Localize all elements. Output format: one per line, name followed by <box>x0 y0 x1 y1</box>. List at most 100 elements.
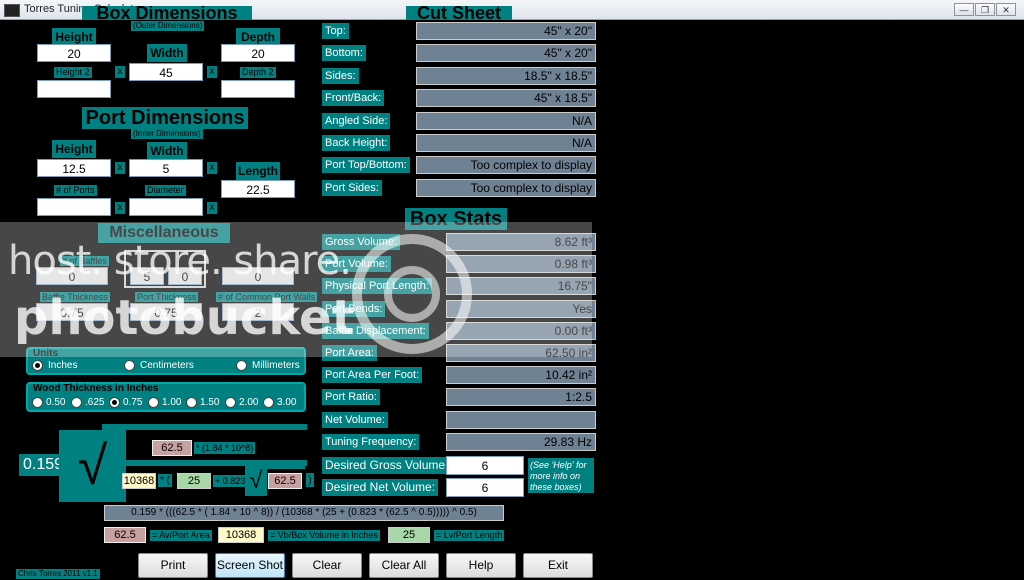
box-depth2-label: Depth 2 <box>240 67 276 78</box>
formula-lv: 25 <box>177 473 211 489</box>
wood-radio-option[interactable]: .625 <box>71 397 104 408</box>
legend-av: 62.5 <box>104 527 146 543</box>
cut-sheet-label: Port Sides: <box>322 180 382 196</box>
times-sign: x <box>207 66 217 78</box>
radio-button-icon[interactable] <box>225 397 236 408</box>
wood-radio-option[interactable]: 2.00 <box>225 397 258 408</box>
legend-lv-label: = Lv/Port Length <box>434 530 505 541</box>
formula-plus: + 0.823 <box>213 475 248 487</box>
box-stat-label: Port Area Per Foot: <box>322 367 423 383</box>
box-height2-label: Height 2 <box>54 67 92 78</box>
watermark-text: host. store. share. <box>8 238 352 284</box>
port-length-input[interactable]: 22.5 <box>221 180 295 198</box>
box-stat-value: 10.42 in² <box>446 366 596 384</box>
wood-option-label: 2.00 <box>239 397 259 409</box>
desired-gross-label: Desired Gross Volume: <box>322 457 452 474</box>
box-width-input[interactable]: 45 <box>129 63 203 81</box>
radio-button-icon[interactable] <box>186 397 197 408</box>
footer-credit: Chris Torres 2011 v1.1 <box>16 569 100 579</box>
radio-button-icon[interactable] <box>32 397 43 408</box>
cut-sheet-heading: Cut Sheet <box>406 6 512 20</box>
wood-radio-option[interactable]: 3.00 <box>263 397 296 408</box>
radio-button-icon[interactable] <box>109 397 120 408</box>
desired-net-input[interactable]: 6 <box>446 478 524 497</box>
formula-const: * (1.84 * 10^8) <box>194 442 256 454</box>
screen-shot-button[interactable]: Screen Shot <box>215 553 285 578</box>
times-sign: x <box>115 66 125 78</box>
box-subheading: (Outer Dimensions) <box>131 21 205 31</box>
wood-option-label: 1.00 <box>162 397 182 409</box>
box-stat-value <box>446 411 596 429</box>
wood-option-label: 0.50 <box>46 397 66 409</box>
wood-radio-option[interactable]: 0.50 <box>32 397 65 408</box>
formula-full: 0.159 * (((62.5 * ( 1.84 * 10 ^ 8)) / (1… <box>104 505 504 521</box>
cut-sheet-label: Sides: <box>322 68 359 84</box>
box-depth2-input[interactable] <box>221 80 295 98</box>
cut-sheet-label: Top: <box>322 23 349 39</box>
num-ports-input[interactable] <box>37 198 111 216</box>
minimize-button[interactable]: — <box>954 3 974 16</box>
wood-option-label: 3.00 <box>277 397 297 409</box>
radio-button-icon[interactable] <box>236 360 247 371</box>
radio-button-icon[interactable] <box>71 397 82 408</box>
units-option-label: Inches <box>48 360 78 372</box>
box-stat-label: Net Volume: <box>322 412 388 428</box>
box-stat-value: 29.83 Hz <box>446 433 596 451</box>
cut-sheet-label: Back Height: <box>322 135 391 151</box>
sqrt-icon: √ <box>59 430 126 502</box>
watermark-logo: photobucket <box>14 290 355 346</box>
radio-button-icon[interactable] <box>263 397 274 408</box>
legend-lv: 25 <box>388 527 430 543</box>
formula-open: * ( <box>158 474 172 487</box>
units-radio-millimeters[interactable]: Millimeters <box>236 360 300 371</box>
wood-radio-option[interactable]: 0.75 <box>109 397 142 408</box>
radio-button-icon[interactable] <box>32 360 43 371</box>
port-subheading: (Inner Dimensions) <box>131 129 203 139</box>
wood-option-label: 1.50 <box>200 397 220 409</box>
diameter-input[interactable] <box>129 198 203 216</box>
sqrt-small-bar <box>245 466 305 469</box>
radio-button-icon[interactable] <box>148 397 159 408</box>
box-stat-label: Port Ratio: <box>322 389 380 405</box>
units-radio-inches[interactable]: Inches <box>32 360 77 371</box>
times-sign: x <box>207 162 217 174</box>
box-depth-input[interactable]: 20 <box>221 44 295 62</box>
close-button[interactable]: ✕ <box>996 3 1016 16</box>
desired-gross-input[interactable]: 6 <box>446 456 524 475</box>
cut-sheet-value: N/A <box>416 134 596 152</box>
box-stat-label: Tuning Frequency: <box>322 434 420 450</box>
clear-button[interactable]: Clear <box>292 553 362 578</box>
port-height-input[interactable]: 12.5 <box>37 159 111 177</box>
wood-option-label: .625 <box>85 397 105 409</box>
port-dimensions-heading: Port Dimensions <box>82 107 248 129</box>
cut-sheet-value: N/A <box>416 112 596 130</box>
exit-button[interactable]: Exit <box>523 553 593 578</box>
cut-sheet-label: Front/Back: <box>322 90 385 106</box>
box-height-input[interactable]: 20 <box>37 44 111 62</box>
wood-option-label: 0.75 <box>123 397 143 409</box>
clear-all-button[interactable]: Clear All <box>369 553 439 578</box>
help-note: (See 'Help' for more info on these boxes… <box>528 458 594 493</box>
print-button[interactable]: Print <box>138 553 208 578</box>
wood-radio-option[interactable]: 1.00 <box>148 397 181 408</box>
watermark-inner-circle <box>384 266 440 322</box>
cut-sheet-value: 18.5" x 18.5" <box>416 67 596 85</box>
units-radio-centimeters[interactable]: Centimeters <box>124 360 194 371</box>
radio-button-icon[interactable] <box>124 360 135 371</box>
desired-net-label: Desired Net Volume: <box>322 479 439 496</box>
formula-vb: 10368 <box>122 473 156 489</box>
help-button[interactable]: Help <box>446 553 516 578</box>
wood-thickness-group: Wood Thickness in Inches 0.50 .625 0.75 1.0… <box>26 382 306 412</box>
port-width-label: Width <box>147 142 187 160</box>
wood-radio-option[interactable]: 1.50 <box>186 397 219 408</box>
box-height2-input[interactable] <box>37 80 111 98</box>
restore-button[interactable]: ❐ <box>975 3 995 16</box>
cut-sheet-value: Too complex to display <box>416 179 596 197</box>
box-dimensions-heading: Box Dimensions <box>82 6 252 20</box>
num-ports-label: # of Ports <box>54 185 97 196</box>
cut-sheet-label: Angled Side: <box>322 113 391 129</box>
cut-sheet-value: 45" x 18.5" <box>416 89 596 107</box>
box-width-label: Width <box>147 44 187 62</box>
cut-sheet-value: 45" x 20" <box>416 44 596 62</box>
port-width-input[interactable]: 5 <box>129 159 203 177</box>
